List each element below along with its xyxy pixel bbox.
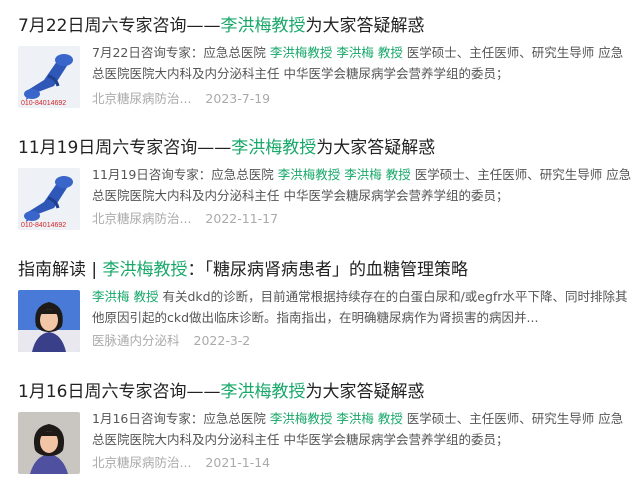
result-meta: 北京糖尿病防治... 2021-1-14	[92, 454, 270, 472]
result-title-link[interactable]: 7月22日周六专家咨询——李洪梅教授为大家答疑解惑	[18, 14, 424, 38]
title-highlight[interactable]: 李洪梅教授	[220, 16, 305, 36]
snippet-text: 11月19日咨询专家：应急总医院	[92, 167, 278, 182]
snippet-text: 有关dkd的诊断，目前通常根据持续存在的白蛋白尿和/或egfr水平下降、同时排除…	[92, 289, 628, 325]
snippet-highlight: 李洪梅 教授	[336, 411, 403, 426]
result-date: 2023-7-19	[205, 91, 271, 106]
title-prefix[interactable]: 7月22日周六专家咨询——	[18, 16, 220, 36]
title-suffix[interactable]: ：「糖尿病肾病患者」的血糖管理策略	[188, 260, 469, 280]
search-results-list: 7月22日周六专家咨询——李洪梅教授为大家答疑解惑 010-84014692 7…	[0, 0, 640, 488]
result-source[interactable]: 医脉通内分泌科	[92, 333, 180, 348]
snippet-text: 1月16日咨询专家：应急总医院	[92, 411, 270, 426]
telephone-icon: 010-84014692	[18, 168, 80, 230]
result-snippet: 李洪梅 教授 有关dkd的诊断，目前通常根据持续存在的白蛋白尿和/或egfr水平…	[92, 286, 632, 328]
telephone-icon: 010-84014692	[18, 46, 80, 108]
doctor-portrait-image	[18, 412, 80, 474]
result-snippet: 11月19日咨询专家：应急总医院 李洪梅教授 李洪梅 教授 医学硕士、主任医师、…	[92, 164, 632, 206]
phone-thumbnail[interactable]: 010-84014692	[18, 46, 80, 108]
title-highlight[interactable]: 李洪梅教授	[231, 138, 316, 158]
title-highlight[interactable]: 李洪梅教授	[220, 382, 305, 402]
result-snippet: 7月22日咨询专家：应急总医院 李洪梅教授 李洪梅 教授 医学硕士、主任医师、研…	[92, 42, 632, 84]
doctor-portrait-image	[18, 290, 80, 352]
result-date: 2022-11-17	[205, 211, 279, 226]
title-suffix[interactable]: 为大家答疑解惑	[316, 138, 435, 158]
snippet-highlight: 李洪梅 教授	[344, 167, 411, 182]
title-prefix[interactable]: 指南解读 |	[18, 260, 103, 280]
result-snippet: 1月16日咨询专家：应急总医院 李洪梅教授 李洪梅 教授 医学硕士、主任医师、研…	[92, 408, 632, 450]
title-highlight[interactable]: 李洪梅教授	[103, 260, 188, 280]
title-suffix[interactable]: 为大家答疑解惑	[305, 382, 424, 402]
result-item: 11月19日周六专家咨询——李洪梅教授为大家答疑解惑 010-84014692 …	[0, 130, 640, 240]
snippet-highlight: 李洪梅 教授	[92, 289, 159, 304]
result-meta: 北京糖尿病防治... 2022-11-17	[92, 210, 278, 228]
snippet-highlight: 李洪梅教授	[269, 411, 333, 426]
portrait-thumbnail[interactable]	[18, 290, 80, 352]
title-prefix[interactable]: 1月16日周六专家咨询——	[18, 382, 220, 402]
result-source[interactable]: 北京糖尿病防治...	[92, 211, 191, 226]
snippet-highlight: 李洪梅教授	[269, 45, 333, 60]
result-item: 7月22日周六专家咨询——李洪梅教授为大家答疑解惑 010-84014692 7…	[0, 8, 640, 118]
result-source[interactable]: 北京糖尿病防治...	[92, 455, 191, 470]
result-meta: 医脉通内分泌科 2022-3-2	[92, 332, 250, 350]
result-title-link[interactable]: 1月16日周六专家咨询——李洪梅教授为大家答疑解惑	[18, 380, 424, 404]
phone-thumbnail[interactable]: 010-84014692	[18, 168, 80, 230]
portrait-thumbnail[interactable]	[18, 412, 80, 474]
snippet-text: 7月22日咨询专家：应急总医院	[92, 45, 270, 60]
result-date: 2021-1-14	[205, 455, 271, 470]
result-item: 1月16日周六专家咨询——李洪梅教授为大家答疑解惑 1月16日咨询专家：应急总医…	[0, 374, 640, 484]
snippet-highlight: 李洪梅教授	[277, 167, 341, 182]
title-suffix[interactable]: 为大家答疑解惑	[305, 16, 424, 36]
thumb-phone-number: 010-84014692	[21, 100, 66, 107]
result-date: 2022-3-2	[193, 333, 251, 348]
result-source[interactable]: 北京糖尿病防治...	[92, 91, 191, 106]
title-prefix[interactable]: 11月19日周六专家咨询——	[18, 138, 231, 158]
thumb-phone-number: 010-84014692	[21, 222, 66, 229]
result-item: 指南解读 | 李洪梅教授：「糖尿病肾病患者」的血糖管理策略 李洪梅 教授 有关d…	[0, 252, 640, 362]
snippet-highlight: 李洪梅 教授	[336, 45, 403, 60]
result-title-link[interactable]: 指南解读 | 李洪梅教授：「糖尿病肾病患者」的血糖管理策略	[18, 258, 468, 282]
result-title-link[interactable]: 11月19日周六专家咨询——李洪梅教授为大家答疑解惑	[18, 136, 435, 160]
result-meta: 北京糖尿病防治... 2023-7-19	[92, 90, 270, 108]
